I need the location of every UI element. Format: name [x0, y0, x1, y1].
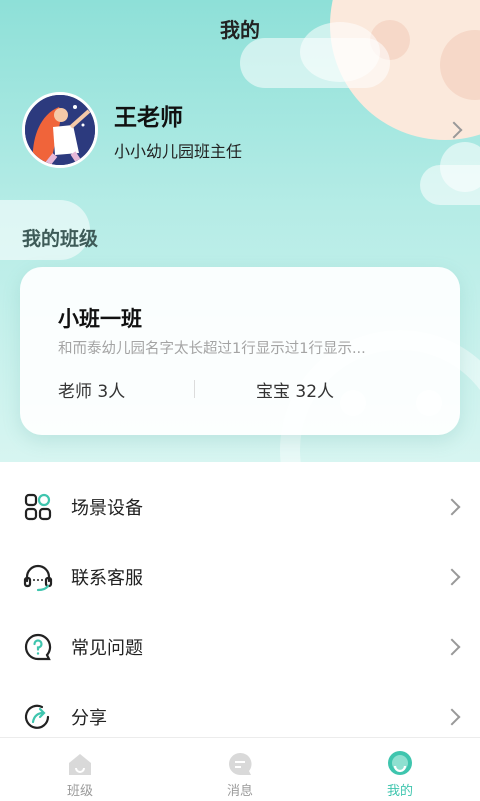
user-name: 王老师 [114, 105, 183, 131]
share-icon [22, 701, 54, 733]
page-title: 我的 [220, 18, 260, 42]
grid-apps-icon [22, 491, 54, 523]
tab-label: 班级 [66, 784, 93, 799]
headset-icon [22, 561, 54, 593]
teacher-count: 老师 3人 [58, 382, 126, 402]
chevron-right-icon [443, 498, 461, 516]
house-icon [66, 750, 94, 778]
tab-label: 我的 [386, 784, 413, 799]
user-role: 小小幼儿园班主任 [114, 142, 243, 161]
profile-row[interactable]: 王老师 小小幼儿园班主任 [22, 92, 467, 168]
chevron-right-icon [443, 638, 461, 656]
menu-item-faq[interactable]: 常见问题 [0, 610, 480, 680]
section-title: 我的班级 [22, 228, 99, 250]
tab-messages[interactable]: 消息 [160, 738, 320, 801]
tab-class[interactable]: 班级 [0, 738, 160, 801]
class-name: 小班一班 [58, 307, 142, 331]
school-name: 和而泰幼儿园名字太长超过1行显示过1行显示... [58, 341, 366, 357]
menu-item-support[interactable]: 联系客服 [0, 540, 480, 610]
menu-label: 场景设备 [71, 498, 143, 519]
chevron-right-icon [445, 121, 463, 139]
question-bubble-icon [22, 631, 54, 663]
menu-label: 联系客服 [71, 568, 143, 589]
chevron-right-icon [443, 708, 461, 726]
profile-icon [386, 750, 414, 778]
menu-item-devices[interactable]: 场景设备 [0, 470, 480, 540]
menu-label: 分享 [71, 708, 107, 729]
menu-label: 常见问题 [71, 638, 143, 659]
avatar [22, 92, 98, 168]
message-icon [226, 750, 254, 778]
bottom-tab-bar: 班级 消息 我的 [0, 737, 480, 801]
chevron-right-icon [443, 568, 461, 586]
divider [194, 380, 195, 398]
tab-mine[interactable]: 我的 [320, 738, 480, 801]
tab-label: 消息 [226, 784, 253, 799]
baby-count: 宝宝 32人 [256, 382, 335, 402]
class-card[interactable]: 小班一班 和而泰幼儿园名字太长超过1行显示过1行显示... 老师 3人 宝宝 3… [20, 267, 460, 435]
